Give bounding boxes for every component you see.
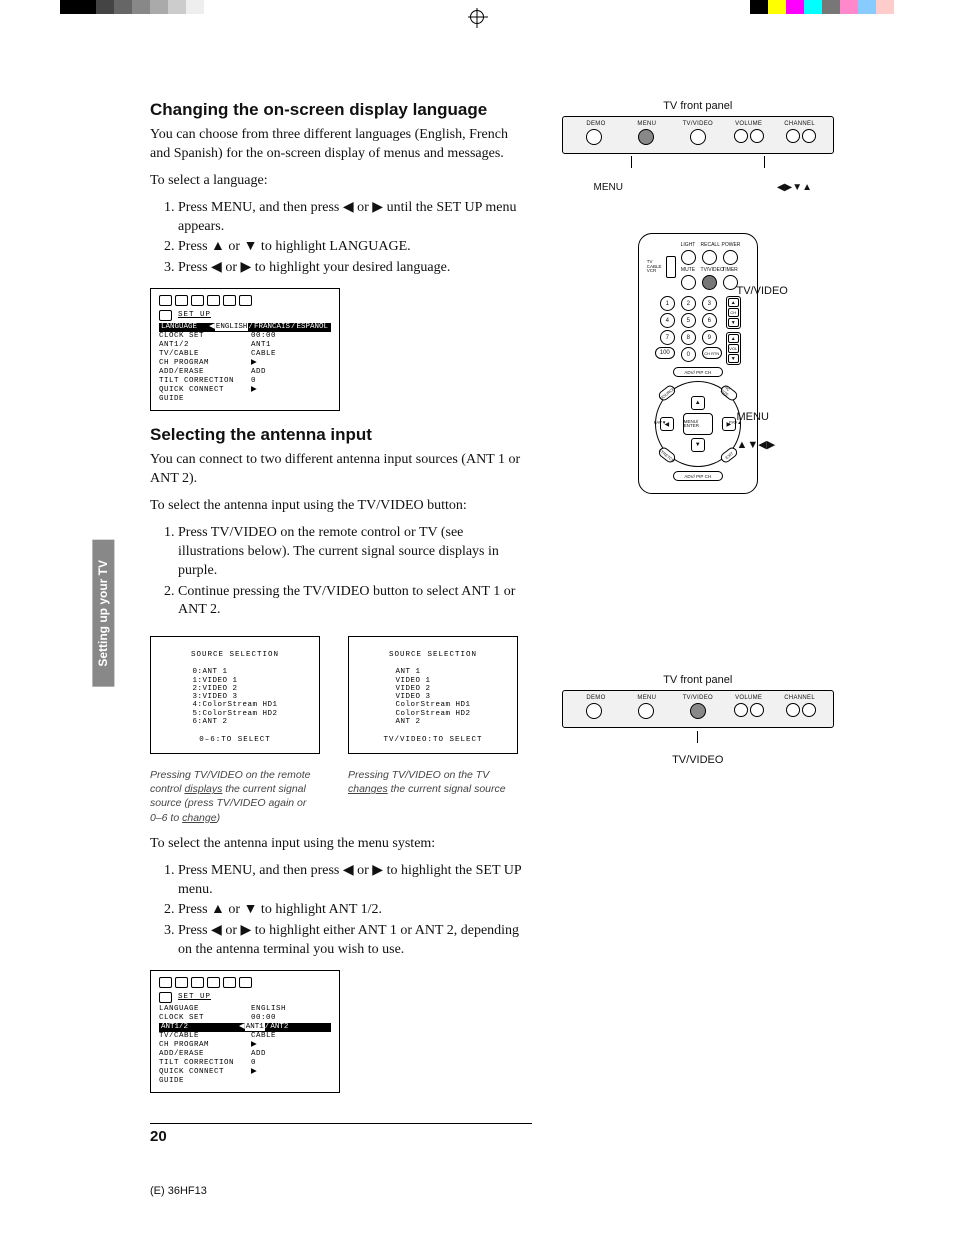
tv-icon bbox=[159, 992, 172, 1003]
timer-button[interactable] bbox=[723, 275, 738, 290]
callout-arrows: ▲▼◀▶ bbox=[737, 438, 776, 451]
volume-up-button[interactable] bbox=[750, 129, 764, 143]
num-1-button[interactable]: 1 bbox=[660, 296, 675, 311]
channel-up-button[interactable] bbox=[802, 703, 816, 717]
caption-remote: Pressing TV/VIDEO on the remote control … bbox=[150, 768, 320, 825]
osd-title: SET UP bbox=[178, 311, 211, 320]
lang-step: Press ▲ or ▼ to highlight LANGUAGE. bbox=[178, 238, 532, 257]
volume-down-button[interactable] bbox=[734, 703, 748, 717]
osd-row-highlighted: LANGUAGE ◀ENGLISH/FRANCAIS/ESPANOL bbox=[159, 323, 331, 332]
antenna-step: Press ▲ or ▼ to highlight ANT 1/2. bbox=[178, 901, 532, 920]
osd-row-highlighted: ANT1/2 ◀ANT1/ANT2 bbox=[159, 1023, 331, 1032]
caption-tv: Pressing TV/VIDEO on the TV changes the … bbox=[348, 768, 518, 796]
ch-rtn-button[interactable]: CH RTN bbox=[702, 347, 722, 359]
callout-menu: MENU bbox=[594, 182, 623, 193]
antenna-steps-menu: Press MENU, and then press ◀ or ▶ to hig… bbox=[150, 862, 532, 960]
callout-arrows: ◀▶▼▲ bbox=[777, 182, 812, 193]
channel-down-button[interactable] bbox=[786, 129, 800, 143]
num-7-button[interactable]: 7 bbox=[660, 330, 675, 345]
antenna-step: Press TV/VIDEO on the remote control or … bbox=[178, 524, 532, 581]
osd-source-selection-remote: SOURCE SELECTION 0:ANT 11:VIDEO 1 2:VIDE… bbox=[150, 636, 320, 754]
tv-video-button[interactable] bbox=[690, 703, 706, 719]
dpad: SOURCE PIC SIZE ▲ ◀ FAV▼ MENU/ ENTER ▶ F… bbox=[655, 381, 741, 467]
osd-title: SET UP bbox=[178, 993, 211, 1002]
power-button[interactable] bbox=[723, 250, 738, 265]
antenna-step: Continue pressing the TV/VIDEO button to… bbox=[178, 583, 532, 621]
lang-step: Press ◀ or ▶ to highlight your desired l… bbox=[178, 259, 532, 278]
num-2-button[interactable]: 2 bbox=[681, 296, 696, 311]
demo-button[interactable] bbox=[586, 703, 602, 719]
tv-video-button[interactable] bbox=[702, 275, 717, 290]
callout-tv-video: TV/VIDEO bbox=[562, 754, 835, 766]
osd-source-selection-tv: SOURCE SELECTION ANT 1VIDEO 1 VIDEO 2VID… bbox=[348, 636, 518, 754]
illustration-remote: TV CABLE VCR LIGHTRECALLPOWER bbox=[562, 233, 835, 494]
num-6-button[interactable]: 6 bbox=[702, 313, 717, 328]
antenna-lead-menu: To select the antenna input using the me… bbox=[150, 835, 532, 854]
menu-button[interactable] bbox=[638, 129, 654, 145]
illustration-front-panel-tvvideo: TV front panel DEMOMENU TV/VIDEOVOLUME C… bbox=[562, 674, 835, 766]
lang-lead: To select a language: bbox=[150, 172, 532, 191]
volume-rocker[interactable]: ▲VOL▼ bbox=[726, 332, 741, 365]
demo-button[interactable] bbox=[586, 129, 602, 145]
lang-steps-list: Press MENU, and then press ◀ or ▶ until … bbox=[150, 199, 532, 279]
adv-pip-button[interactable]: ADV/ PIP CH bbox=[673, 367, 723, 377]
volume-up-button[interactable] bbox=[750, 703, 764, 717]
osd-setup-language: SET UP LANGUAGE ◀ENGLISH/FRANCAIS/ESPANO… bbox=[150, 288, 340, 411]
menu-enter-button[interactable]: MENU/ ENTER bbox=[683, 413, 713, 435]
page-number: 20 bbox=[150, 1123, 532, 1145]
num-9-button[interactable]: 9 bbox=[702, 330, 717, 345]
dpad-down[interactable]: ▼ bbox=[691, 438, 705, 452]
antenna-intro: You can connect to two different antenna… bbox=[150, 451, 532, 489]
heading-antenna: Selecting the antenna input bbox=[150, 425, 532, 445]
callout-menu: MENU bbox=[737, 411, 769, 423]
num-8-button[interactable]: 8 bbox=[681, 330, 696, 345]
recall-button[interactable] bbox=[702, 250, 717, 265]
menu-button[interactable] bbox=[638, 703, 654, 719]
callout-tv-video: TV/VIDEO bbox=[737, 285, 788, 297]
num-4-button[interactable]: 4 bbox=[660, 313, 675, 328]
lang-intro: You can choose from three different lang… bbox=[150, 126, 532, 164]
antenna-steps-tvbtn: Press TV/VIDEO on the remote control or … bbox=[150, 524, 532, 620]
pic-size-button[interactable]: PIC SIZE bbox=[719, 384, 739, 403]
num-3-button[interactable]: 3 bbox=[702, 296, 717, 311]
illustration-front-panel-menu: TV front panel DEMOMENU TV/VIDEOVOLUME C… bbox=[562, 100, 835, 193]
source-button[interactable]: SOURCE bbox=[657, 384, 677, 403]
channel-down-button[interactable] bbox=[786, 703, 800, 717]
channel-rocker[interactable]: ▲CH▼ bbox=[726, 296, 741, 329]
mode-switch[interactable] bbox=[666, 256, 676, 278]
heading-language: Changing the on-screen display language bbox=[150, 100, 532, 120]
num-100-button[interactable]: 100 bbox=[655, 347, 675, 359]
tv-icon bbox=[159, 310, 172, 321]
stretch-button[interactable]: STRETCH bbox=[657, 446, 677, 465]
light-button[interactable] bbox=[681, 250, 696, 265]
num-0-button[interactable]: 0 bbox=[681, 347, 696, 362]
antenna-lead-tvbtn: To select the antenna input using the TV… bbox=[150, 497, 532, 516]
dpad-up[interactable]: ▲ bbox=[691, 396, 705, 410]
volume-down-button[interactable] bbox=[734, 129, 748, 143]
footer-document-code: (E) 36HF13 bbox=[150, 1185, 834, 1197]
lang-step: Press MENU, and then press ◀ or ▶ until … bbox=[178, 199, 532, 237]
antenna-step: Press ◀ or ▶ to highlight either ANT 1 o… bbox=[178, 922, 532, 960]
num-5-button[interactable]: 5 bbox=[681, 313, 696, 328]
tv-video-button[interactable] bbox=[690, 129, 706, 145]
antenna-step: Press MENU, and then press ◀ or ▶ to hig… bbox=[178, 862, 532, 900]
channel-up-button[interactable] bbox=[802, 129, 816, 143]
adv-pip-button[interactable]: ADV/ PIP CH bbox=[673, 471, 723, 481]
osd-setup-antenna: SET UP LANGUAGEENGLISH CLOCK SET00:00 AN… bbox=[150, 970, 340, 1093]
mute-button[interactable] bbox=[681, 275, 696, 290]
